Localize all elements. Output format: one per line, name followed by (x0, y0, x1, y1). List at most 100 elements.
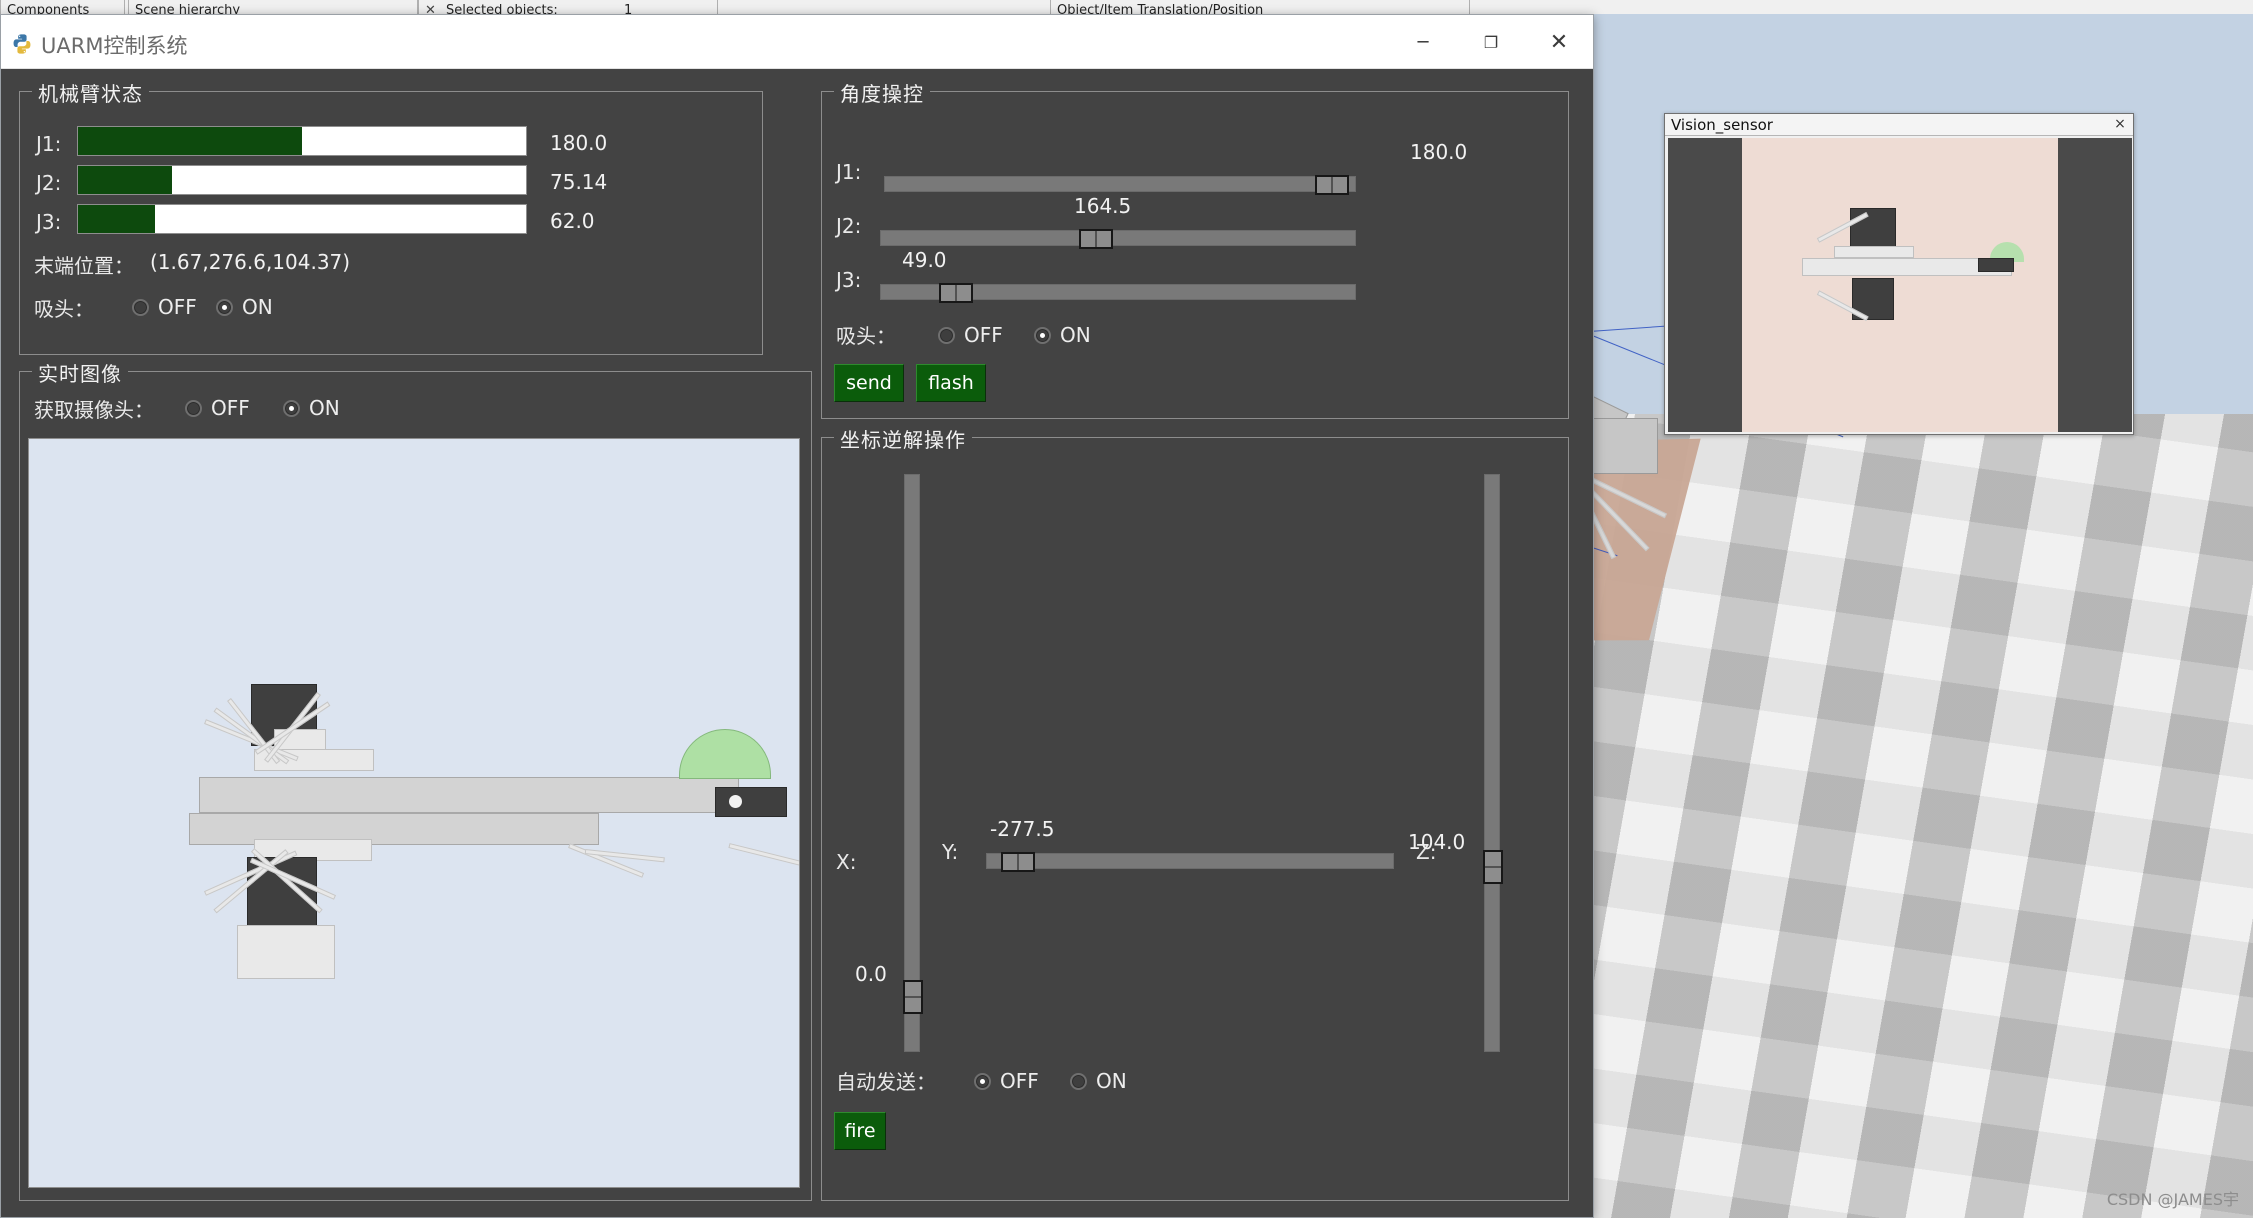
camera-off-label: OFF (211, 396, 250, 420)
angle-slider-j2[interactable] (880, 229, 1356, 249)
screen: Components Scene hierarchy ✕ Selected ob… (0, 0, 2253, 1218)
camera-green-target (679, 729, 771, 779)
suction-status-label: 吸头： (34, 297, 94, 321)
joint-progress-j1 (77, 126, 527, 156)
y-axis-slider-knob[interactable] (1001, 852, 1035, 872)
camera-off-radio[interactable]: OFF (185, 396, 250, 420)
joint-label-j2: J2: (36, 171, 62, 195)
angle-suction-on-radio[interactable]: ON (1034, 323, 1091, 347)
angle-slider-j2-knob[interactable] (1079, 229, 1113, 249)
close-button[interactable]: ✕ (1525, 15, 1593, 69)
auto-send-on-radio[interactable]: ON (1070, 1069, 1127, 1093)
flash-button[interactable]: flash (916, 364, 986, 402)
arm-status-group: 机械臂状态 J1: 180.0 J2: 75.14 J3: 62.0 末端位置：… (19, 78, 763, 355)
y-axis-value: -277.5 (990, 817, 1055, 841)
realtime-image-title: 实时图像 (32, 358, 128, 387)
x-axis-slider-knob[interactable] (903, 980, 923, 1014)
angle-slider-j3[interactable] (880, 283, 1356, 303)
joint-progress-j1-fill (78, 127, 302, 155)
x-axis-slider[interactable] (903, 474, 923, 1052)
joint-label-j1: J1: (36, 132, 62, 156)
z-axis-value: 104.0 (1408, 830, 1466, 854)
angle-slider-value-j1: 180.0 (1410, 140, 1468, 164)
z-axis-slider-knob[interactable] (1483, 850, 1503, 884)
angle-slider-j1-knob[interactable] (1315, 175, 1349, 195)
auto-send-off-radio[interactable]: OFF (974, 1069, 1039, 1093)
joint-progress-j2-fill (78, 166, 172, 194)
suction-status-on-radio[interactable]: ON (216, 295, 273, 319)
joint-progress-j2 (77, 165, 527, 195)
angle-slider-label-j3: J3: (836, 268, 862, 292)
end-position-value: (1.67,276.6,104.37) (150, 250, 351, 274)
radio-icon[interactable] (938, 326, 955, 344)
x-axis-value: 0.0 (855, 962, 887, 986)
minimize-icon: ─ (1417, 31, 1429, 53)
vision-sensor-viewport (1668, 138, 2132, 432)
send-button[interactable]: send (834, 364, 904, 402)
joint-progress-j3-fill (78, 205, 156, 233)
joint-value-j3: 62.0 (550, 209, 595, 233)
arm-status-title: 机械臂状态 (32, 78, 149, 107)
watermark: CSDN @JAMES宇 (2106, 1190, 2239, 1209)
vision-arm-part (1834, 246, 1914, 258)
joint-value-j1: 180.0 (550, 131, 608, 155)
y-axis-label: Y: (942, 840, 959, 864)
angle-control-group: 角度操控 J1: 180.0 J2: 164.5 J3: 49.0 吸头： OF… (821, 78, 1569, 419)
window-body: 机械臂状态 J1: 180.0 J2: 75.14 J3: 62.0 末端位置：… (1, 69, 1593, 1217)
joint-label-j3: J3: (36, 210, 62, 234)
angle-suction-label: 吸头： (836, 324, 896, 348)
fire-button[interactable]: fire (834, 1112, 886, 1150)
uarm-control-window: UARM控制系统 ─ ❐ ✕ 机械臂状态 J1: 180.0 J2: 75.14… (0, 14, 1594, 1218)
window-titlebar: UARM控制系统 ─ ❐ ✕ (1, 15, 1593, 69)
angle-slider-value-j2: 164.5 (1074, 194, 1132, 218)
realtime-image-group: 实时图像 获取摄像头： OFF ON (19, 358, 812, 1201)
angle-control-title: 角度操控 (834, 78, 930, 107)
vision-sensor-title: Vision_sensor (1671, 116, 1773, 134)
auto-send-label: 自动发送： (836, 1070, 936, 1094)
camera-preview (28, 438, 800, 1188)
vision-sensor-image (1742, 138, 2058, 432)
radio-icon[interactable] (132, 298, 149, 316)
joint-value-j2: 75.14 (550, 170, 608, 194)
camera-wire (728, 843, 799, 868)
y-axis-slider[interactable] (986, 852, 1394, 872)
camera-on-label: ON (309, 396, 340, 420)
z-axis-slider[interactable] (1483, 474, 1503, 1052)
suction-status-off-label: OFF (158, 295, 197, 319)
radio-icon[interactable] (1070, 1072, 1087, 1090)
angle-suction-off-label: OFF (964, 323, 1003, 347)
auto-send-on-label: ON (1096, 1069, 1127, 1093)
radio-icon[interactable] (185, 399, 202, 417)
radio-icon[interactable] (216, 298, 233, 316)
vision-sensor-window[interactable]: Vision_sensor × (1664, 113, 2134, 435)
camera-wire (568, 843, 645, 878)
inverse-kinematics-group: 坐标逆解操作 X: 0.0 Y: -277.5 Z: 104.0 自动发送： O… (821, 424, 1569, 1201)
close-icon[interactable]: × (2111, 115, 2129, 133)
python-logo-icon (13, 34, 31, 54)
angle-suction-off-radio[interactable]: OFF (938, 323, 1003, 347)
angle-slider-j1[interactable] (884, 175, 1356, 195)
radio-icon[interactable] (283, 399, 300, 417)
window-controls: ─ ❐ ✕ (1389, 15, 1593, 69)
maximize-button[interactable]: ❐ (1457, 15, 1525, 69)
camera-on-radio[interactable]: ON (283, 396, 340, 420)
joint-progress-j3 (77, 204, 527, 234)
angle-slider-label-j1: J1: (836, 160, 862, 184)
suction-status-off-radio[interactable]: OFF (132, 295, 197, 319)
suction-status-on-label: ON (242, 295, 273, 319)
vision-sensor-titlebar: Vision_sensor × (1665, 114, 2133, 136)
angle-slider-label-j2: J2: (836, 214, 862, 238)
camera-effector-led (729, 795, 742, 808)
minimize-button[interactable]: ─ (1389, 15, 1457, 69)
inverse-kinematics-title: 坐标逆解操作 (834, 424, 972, 453)
angle-slider-j3-knob[interactable] (939, 283, 973, 303)
angle-slider-value-j3: 49.0 (902, 248, 947, 272)
vision-effector (1978, 258, 2014, 272)
camera-arm-beam-lower (189, 813, 599, 845)
camera-arm-foot (237, 925, 335, 979)
camera-effector (715, 787, 787, 817)
radio-icon[interactable] (974, 1072, 991, 1090)
close-icon: ✕ (1549, 29, 1569, 55)
x-axis-label: X: (836, 850, 857, 874)
radio-icon[interactable] (1034, 326, 1051, 344)
